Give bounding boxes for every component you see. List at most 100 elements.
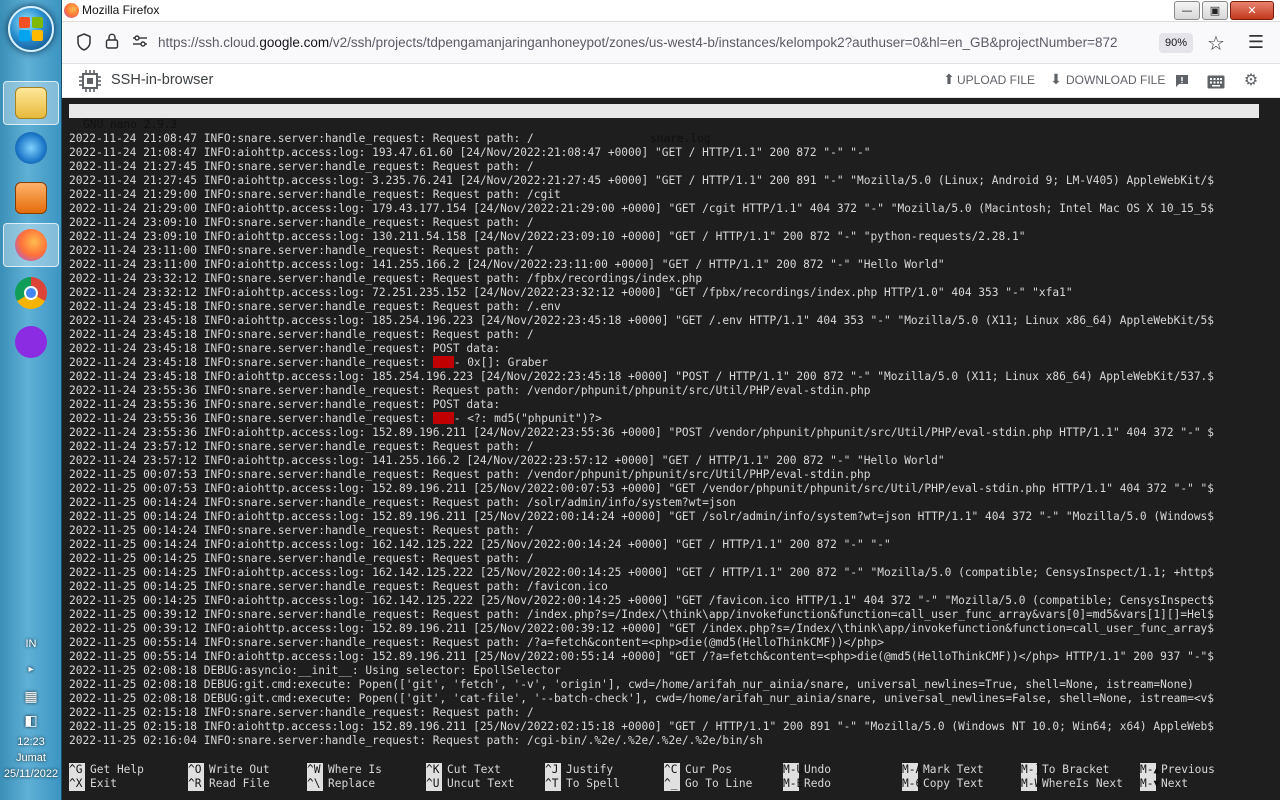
download-icon[interactable]: ⬇ xyxy=(1047,71,1065,89)
log-line-text: 2022-11-24 21:29:00 INFO:snare.server:ha… xyxy=(69,188,561,201)
log-line-text: 2022-11-25 00:55:14 INFO:aiohttp.access:… xyxy=(69,650,1215,663)
nano-version: GNU nano 2.9.3 xyxy=(83,118,178,131)
log-line-text: 2022-11-25 02:15:18 INFO:snare.server:ha… xyxy=(69,706,534,719)
help-shortcut-key: ^C xyxy=(664,763,680,777)
help-item[interactable]: ^C Cur Pos xyxy=(664,763,732,777)
log-line: 2022-11-25 00:14:24 INFO:snare.server:ha… xyxy=(69,524,1259,538)
language-indicator[interactable]: IN xyxy=(0,638,62,650)
url-bar[interactable]: https://ssh.cloud.google.com/v2/ssh/proj… xyxy=(158,35,1117,50)
ssh-title: SSH-in-browser xyxy=(111,72,214,88)
terminal-window[interactable]: GNU nano 2.9.3 snare.log 2022-11-24 21:0… xyxy=(62,98,1280,800)
log-line: 2022-11-25 00:55:14 INFO:snare.server:ha… xyxy=(69,636,1259,650)
network-icon[interactable]: ▦ xyxy=(0,688,62,705)
taskbar-firefox[interactable] xyxy=(3,223,59,267)
help-item[interactable]: M-6Copy Text xyxy=(902,777,984,791)
log-line-text: 2022-11-24 23:57:12 INFO:snare.server:ha… xyxy=(69,440,534,453)
folder-icon xyxy=(15,87,47,119)
log-line-text: 2022-11-24 23:45:18 INFO:aiohttp.access:… xyxy=(69,370,1215,383)
tracking-protection-icon[interactable] xyxy=(74,33,94,53)
help-item[interactable]: ^U Uncut Text xyxy=(426,777,514,791)
download-file-button[interactable]: DOWNLOAD FILE xyxy=(1066,73,1165,87)
bookmark-star-icon[interactable]: ☆ xyxy=(1206,33,1226,53)
help-item[interactable]: ^R Read File xyxy=(188,777,270,791)
minimize-button[interactable]: — xyxy=(1174,1,1200,20)
clock-time[interactable]: 12:23 xyxy=(0,736,62,748)
help-item[interactable]: ^J Justify xyxy=(545,763,613,777)
log-line: 2022-11-24 23:45:18 INFO:snare.server:ha… xyxy=(69,342,1259,356)
log-line: 2022-11-24 23:57:12 INFO:aiohttp.access:… xyxy=(69,454,1259,468)
help-item[interactable]: ^\ Replace xyxy=(307,777,375,791)
log-line-text: 2022-11-24 23:45:18 INFO:snare.server:ha… xyxy=(69,300,561,313)
help-shortcut-key: M-▲ xyxy=(1140,763,1161,777)
log-line: 2022-11-25 00:14:24 INFO:aiohttp.access:… xyxy=(69,538,1259,552)
keyboard-icon[interactable] xyxy=(1207,74,1225,93)
log-line: 2022-11-25 02:15:18 INFO:aiohttp.access:… xyxy=(69,720,1259,734)
volume-icon[interactable]: ◧ xyxy=(0,712,62,729)
log-line: 2022-11-24 23:45:18 INFO:aiohttp.access:… xyxy=(69,370,1259,384)
help-item[interactable]: ^G Get Help xyxy=(69,763,144,777)
log-line: 2022-11-25 00:07:53 INFO:snare.server:ha… xyxy=(69,468,1259,482)
log-line: 2022-11-25 00:14:25 INFO:snare.server:ha… xyxy=(69,552,1259,566)
help-item[interactable]: ^_ Go To Line xyxy=(664,777,752,791)
help-shortcut-key: ^_ xyxy=(664,777,680,791)
log-line: 2022-11-24 21:29:00 INFO:snare.server:ha… xyxy=(69,188,1259,202)
help-item[interactable]: ^T To Spell xyxy=(545,777,620,791)
help-shortcut-key: M-W xyxy=(1021,777,1042,791)
taskbar-internet-explorer[interactable] xyxy=(3,126,59,170)
upload-file-button[interactable]: UPLOAD FILE xyxy=(957,73,1035,87)
internet-explorer-icon xyxy=(15,132,47,164)
permissions-icon[interactable] xyxy=(130,33,150,53)
help-item[interactable]: M-AMark Text xyxy=(902,763,984,777)
log-line-text: 2022-11-24 23:11:00 INFO:snare.server:ha… xyxy=(69,244,534,257)
help-label: Where Is xyxy=(328,763,382,776)
settings-gear-icon[interactable]: ⚙ xyxy=(1242,71,1260,89)
log-line: 2022-11-24 23:45:18 INFO:snare.server:ha… xyxy=(69,356,1259,370)
log-line: 2022-11-25 00:14:25 INFO:snare.server:ha… xyxy=(69,580,1259,594)
log-line-text: 2022-11-24 21:29:00 INFO:aiohttp.access:… xyxy=(69,202,1215,215)
log-line-text: 2022-11-24 21:27:45 INFO:aiohttp.access:… xyxy=(69,174,1215,187)
help-item[interactable]: M-▼Next xyxy=(1140,777,1188,791)
url-prefix: https://ssh.cloud. xyxy=(158,35,260,50)
window-titlebar: Mozilla Firefox — ▣ ✕ xyxy=(62,0,1280,22)
log-line-text: 2022-11-24 23:55:36 INFO:snare.server:ha… xyxy=(69,384,871,397)
tray-expand-icon[interactable]: ▸ xyxy=(0,664,62,675)
help-shortcut-key: M-U xyxy=(783,763,804,777)
menu-hamburger-icon[interactable]: ☰ xyxy=(1246,33,1266,53)
start-button[interactable] xyxy=(8,6,54,52)
help-shortcut-key: M-6 xyxy=(902,777,923,791)
help-item[interactable]: M-ERedo xyxy=(783,777,831,791)
help-shortcut-key: M-▼ xyxy=(1140,777,1161,791)
help-item[interactable]: ^X Exit xyxy=(69,777,117,791)
cpu-chip-icon xyxy=(78,69,102,97)
log-line: 2022-11-24 23:32:12 INFO:snare.server:ha… xyxy=(69,272,1259,286)
lock-icon[interactable] xyxy=(102,33,122,53)
log-line: 2022-11-24 23:45:18 INFO:aiohttp.access:… xyxy=(69,314,1259,328)
help-item[interactable]: ^K Cut Text xyxy=(426,763,501,777)
help-shortcut-key: ^T xyxy=(545,777,561,791)
help-item[interactable]: M-]To Bracket xyxy=(1021,763,1109,777)
log-line-suffix: - <?: md5("phpunit")?> xyxy=(453,412,602,425)
help-label: Mark Text xyxy=(923,763,984,776)
help-item[interactable]: M-▲Previous xyxy=(1140,763,1215,777)
feedback-icon[interactable] xyxy=(1174,73,1190,93)
window-title: Mozilla Firefox xyxy=(82,3,160,17)
maximize-button[interactable]: ▣ xyxy=(1202,1,1228,20)
help-item[interactable]: ^W Where Is xyxy=(307,763,382,777)
log-line-text: 2022-11-24 23:55:36 INFO:snare.server:ha… xyxy=(69,412,433,425)
help-item[interactable]: M-UUndo xyxy=(783,763,831,777)
close-button[interactable]: ✕ xyxy=(1230,1,1274,20)
help-item[interactable]: M-WWhereIs Next xyxy=(1021,777,1123,791)
log-line: 2022-11-24 23:55:36 INFO:snare.server:ha… xyxy=(69,384,1259,398)
taskbar-chrome[interactable] xyxy=(3,271,59,315)
help-item[interactable]: ^O Write Out xyxy=(188,763,270,777)
log-line: 2022-11-24 23:55:36 INFO:aiohttp.access:… xyxy=(69,426,1259,440)
zoom-level-button[interactable]: 90% xyxy=(1159,33,1193,53)
upload-icon[interactable]: ⬆ xyxy=(940,71,958,89)
log-line-text: 2022-11-24 23:45:18 INFO:snare.server:ha… xyxy=(69,342,501,355)
taskbar-file-explorer[interactable] xyxy=(3,81,59,125)
taskbar-incognito-app[interactable] xyxy=(3,320,59,364)
taskbar-media-player[interactable] xyxy=(3,176,59,220)
help-label: Write Out xyxy=(209,763,270,776)
help-shortcut-key: M-E xyxy=(783,777,804,791)
url-path: /v2/ssh/projects/tdpengamanjaringanhoney… xyxy=(329,35,1118,50)
